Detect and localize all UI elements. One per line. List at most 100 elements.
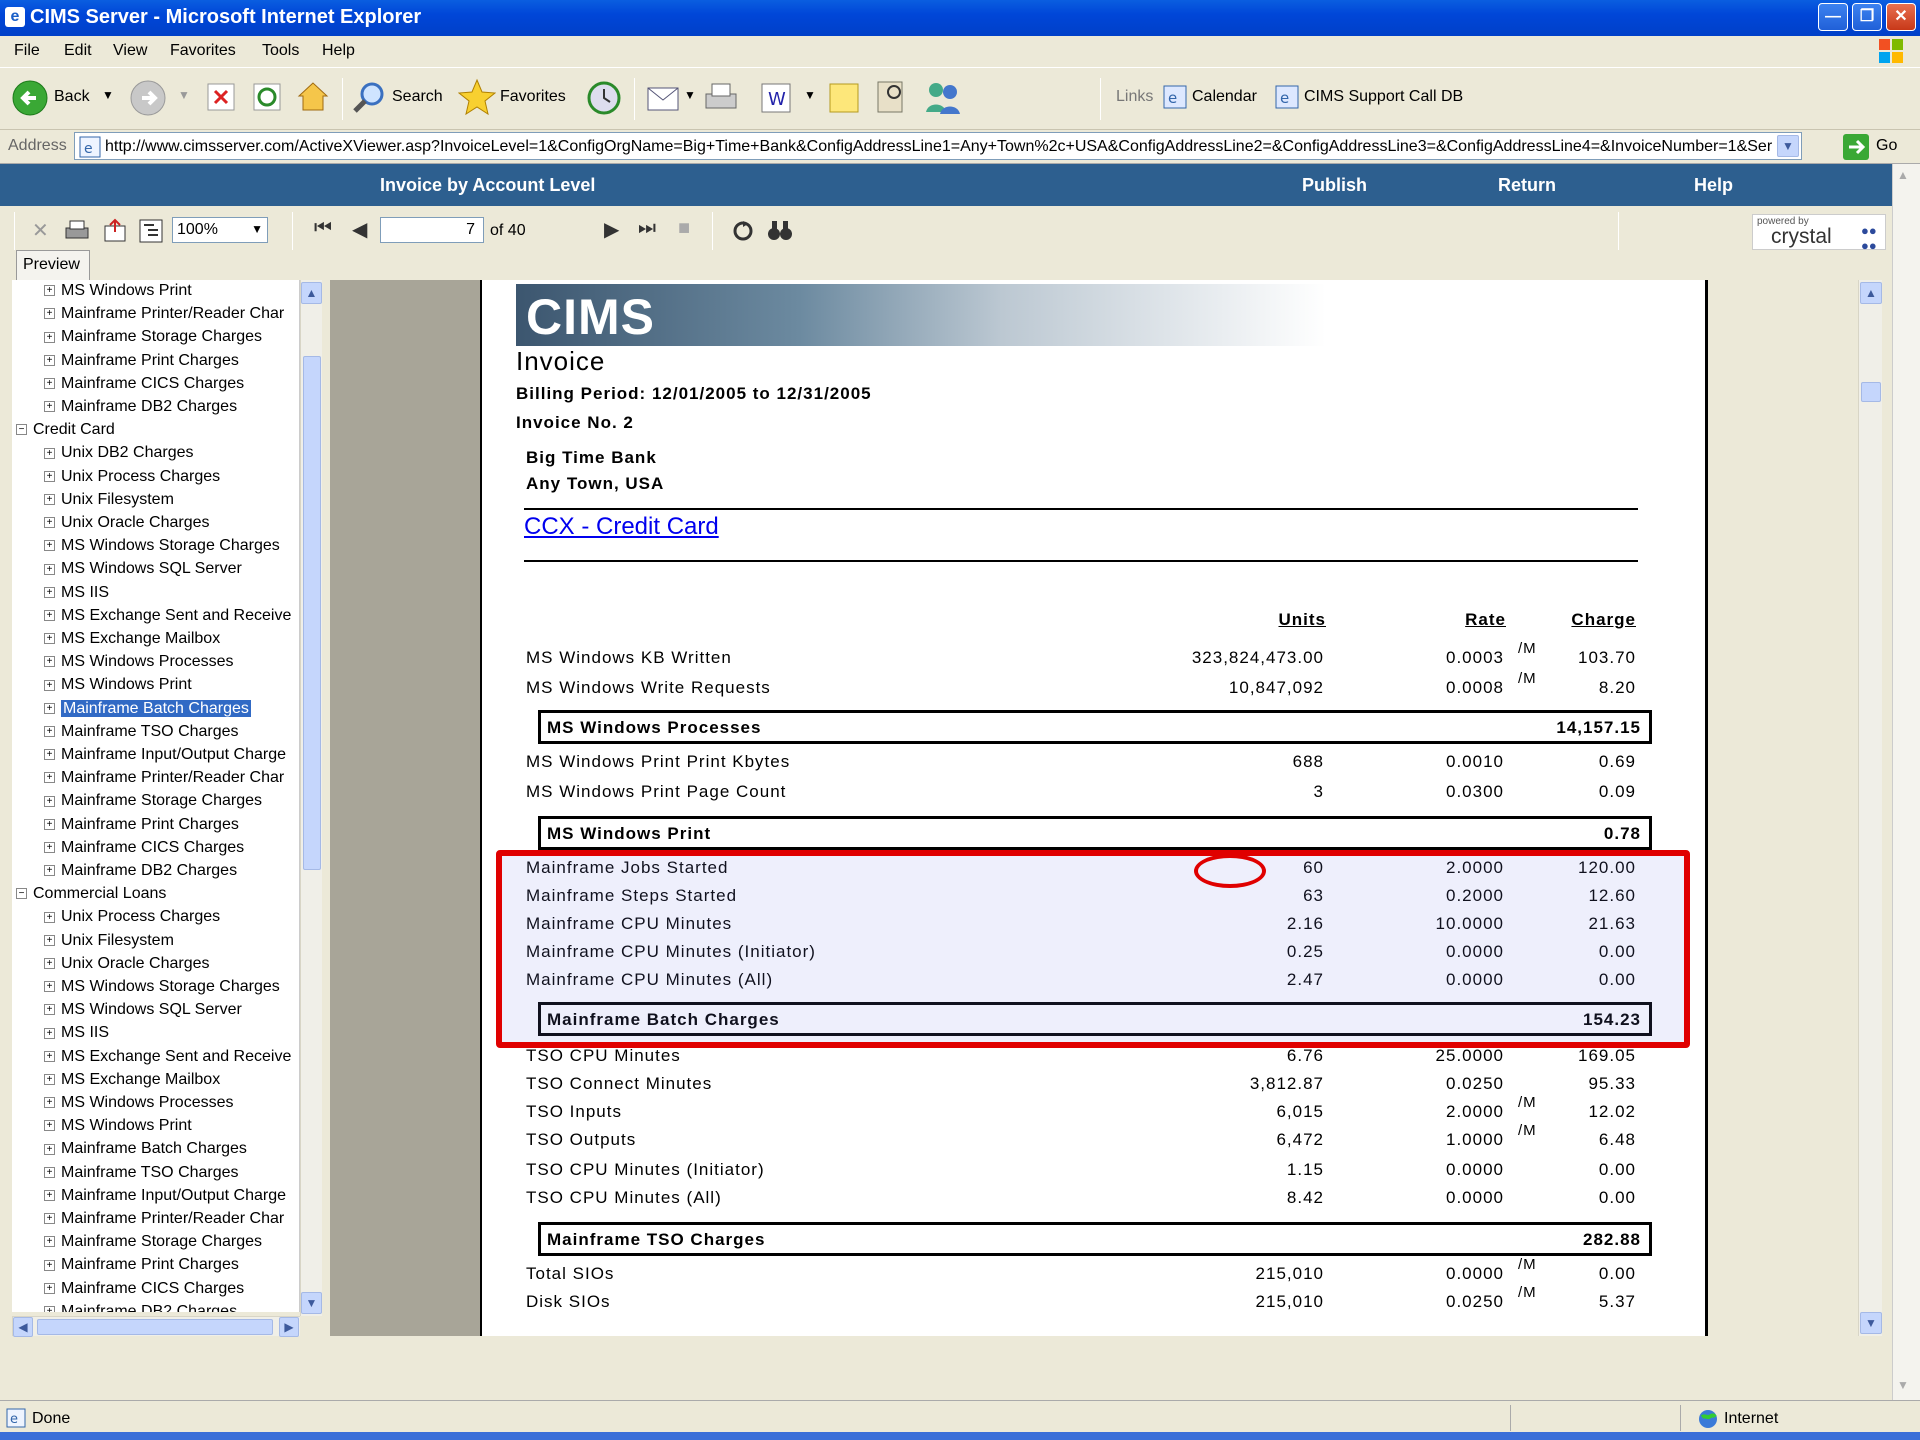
group-tree-toggle-icon[interactable] xyxy=(138,218,164,244)
expand-icon[interactable]: + xyxy=(44,1027,55,1039)
tree-node[interactable]: + Mainframe DB2 Charges xyxy=(44,396,237,418)
expand-icon[interactable]: + xyxy=(44,795,55,807)
address-dropdown-icon[interactable]: ▼ xyxy=(1777,135,1799,157)
help-link[interactable]: Help xyxy=(1694,175,1733,196)
report-scroll-up-icon[interactable]: ▲ xyxy=(1860,282,1882,304)
menu-help[interactable]: Help xyxy=(322,42,355,60)
tree-node[interactable]: + MS Windows Print xyxy=(44,1115,192,1137)
favorites-button-label[interactable]: Favorites xyxy=(500,88,566,106)
tree-scroll-down-icon[interactable]: ▼ xyxy=(301,1292,322,1314)
go-button-label[interactable]: Go xyxy=(1876,137,1897,155)
return-link[interactable]: Return xyxy=(1498,175,1556,196)
zoom-dropdown-icon[interactable]: ▼ xyxy=(251,222,263,236)
tree-node[interactable]: + MS Windows Print xyxy=(44,674,192,696)
tree-scroll-thumb[interactable] xyxy=(303,356,321,870)
minimize-button[interactable]: — xyxy=(1818,3,1848,31)
expand-icon[interactable]: + xyxy=(44,447,55,459)
tree-node[interactable]: + Mainframe CICS Charges xyxy=(44,1278,244,1300)
support-link[interactable]: CIMS Support Call DB xyxy=(1304,88,1463,106)
search-button-label[interactable]: Search xyxy=(392,88,443,106)
back-arrow-icon[interactable] xyxy=(12,80,48,116)
stop-icon[interactable] xyxy=(206,82,236,112)
back-button-label[interactable]: Back xyxy=(54,88,90,106)
tree-vertical-scrollbar[interactable]: ▲ ▼ xyxy=(300,280,322,1316)
restore-button[interactable]: ❐ xyxy=(1852,3,1882,31)
expand-icon[interactable]: + xyxy=(44,1097,55,1109)
back-dropdown-icon[interactable]: ▼ xyxy=(102,88,114,102)
tree-node[interactable]: + Mainframe Batch Charges xyxy=(44,1138,247,1160)
expand-icon[interactable]: + xyxy=(44,934,55,946)
page-scrollbar[interactable]: ▲ ▼ xyxy=(1892,164,1920,1400)
favorites-star-icon[interactable] xyxy=(458,78,496,116)
tree-node[interactable]: + Mainframe Storage Charges xyxy=(44,790,262,812)
expand-icon[interactable]: + xyxy=(44,331,55,343)
tree-node[interactable]: + Mainframe Storage Charges xyxy=(44,326,262,348)
publish-link[interactable]: Publish xyxy=(1302,175,1367,196)
print-icon[interactable] xyxy=(702,80,740,116)
expand-icon[interactable]: + xyxy=(44,981,55,993)
tree-node[interactable]: + MS Windows SQL Server xyxy=(44,999,242,1021)
tree-node[interactable]: + Mainframe CICS Charges xyxy=(44,373,244,395)
expand-icon[interactable]: + xyxy=(44,1050,55,1062)
tree-node[interactable]: + MS Windows Storage Charges xyxy=(44,535,280,557)
mail-dropdown-icon[interactable]: ▼ xyxy=(684,88,696,102)
refresh-icon[interactable] xyxy=(252,82,282,112)
expand-icon[interactable]: + xyxy=(44,1282,55,1294)
tree-node[interactable]: + MS Windows SQL Server xyxy=(44,558,242,580)
menu-favorites[interactable]: Favorites xyxy=(170,42,236,60)
scroll-down-arrow-icon[interactable]: ▼ xyxy=(1897,1378,1909,1392)
edit-word-icon[interactable]: W xyxy=(760,82,792,114)
stop-loading-icon[interactable]: ■ xyxy=(678,217,690,240)
tree-node[interactable]: + Mainframe Printer/Reader Char xyxy=(44,1208,284,1230)
report-scroll-down-icon[interactable]: ▼ xyxy=(1860,1312,1882,1334)
tab-preview[interactable]: Preview xyxy=(16,250,90,280)
menu-tools[interactable]: Tools xyxy=(262,42,299,60)
expand-icon[interactable]: + xyxy=(44,308,55,320)
expand-icon[interactable]: + xyxy=(44,563,55,575)
tree-horizontal-scrollbar[interactable]: ◀ ▶ xyxy=(12,1316,300,1337)
tree-scroll-left-icon[interactable]: ◀ xyxy=(13,1317,33,1337)
expand-icon[interactable]: + xyxy=(44,865,55,877)
address-input[interactable]: e http://www.cimsserver.com/ActiveXViewe… xyxy=(74,132,1802,160)
expand-icon[interactable]: + xyxy=(44,656,55,668)
expand-icon[interactable]: + xyxy=(44,842,55,854)
expand-icon[interactable]: + xyxy=(44,1166,55,1178)
refresh-report-icon[interactable] xyxy=(730,218,756,244)
tree-node[interactable]: + Mainframe Input/Output Charge xyxy=(44,744,286,766)
expand-icon[interactable]: + xyxy=(44,702,55,714)
tree-node[interactable]: + MS Windows Processes xyxy=(44,651,234,673)
expand-icon[interactable]: + xyxy=(44,1143,55,1155)
tree-node[interactable]: + Mainframe Input/Output Charge xyxy=(44,1185,286,1207)
collapse-icon[interactable]: − xyxy=(16,424,27,436)
tree-node[interactable]: + MS Exchange Mailbox xyxy=(44,628,220,650)
home-icon[interactable] xyxy=(296,80,330,114)
tree-node[interactable]: + Mainframe CICS Charges xyxy=(44,837,244,859)
expand-icon[interactable]: + xyxy=(44,958,55,970)
expand-icon[interactable]: + xyxy=(44,610,55,622)
expand-icon[interactable]: + xyxy=(44,378,55,390)
ie-app-icon[interactable]: e xyxy=(5,7,25,27)
tree-node[interactable]: + Mainframe TSO Charges xyxy=(44,1162,239,1184)
tree-node[interactable]: + Unix Process Charges xyxy=(44,466,220,488)
tree-node[interactable]: + Unix Process Charges xyxy=(44,906,220,928)
expand-icon[interactable]: + xyxy=(44,470,55,482)
expand-icon[interactable]: + xyxy=(44,1236,55,1248)
expand-icon[interactable]: + xyxy=(44,586,55,598)
menu-file[interactable]: File xyxy=(14,42,40,60)
discuss-note-icon[interactable] xyxy=(826,80,862,116)
edit-dropdown-icon[interactable]: ▼ xyxy=(804,88,816,102)
tree-node[interactable]: − Commercial Loans xyxy=(16,883,166,905)
expand-icon[interactable]: + xyxy=(44,1259,55,1271)
tree-node[interactable]: + MS Windows Storage Charges xyxy=(44,976,280,998)
tree-node[interactable]: + MS Exchange Sent and Receive xyxy=(44,605,291,627)
research-icon[interactable] xyxy=(872,78,908,116)
tree-node[interactable]: + Unix Filesystem xyxy=(44,489,174,511)
print-report-icon[interactable] xyxy=(64,218,90,244)
next-page-icon[interactable]: ▶ xyxy=(604,217,619,242)
tree-node[interactable]: + MS Windows Print xyxy=(44,280,192,302)
tree-hscroll-thumb[interactable] xyxy=(37,1319,273,1335)
tree-node[interactable]: + Unix Filesystem xyxy=(44,930,174,952)
account-link[interactable]: CCX - Credit Card xyxy=(524,513,719,541)
go-arrow-icon[interactable] xyxy=(1842,133,1870,161)
tree-node[interactable]: + Mainframe Storage Charges xyxy=(44,1231,262,1253)
